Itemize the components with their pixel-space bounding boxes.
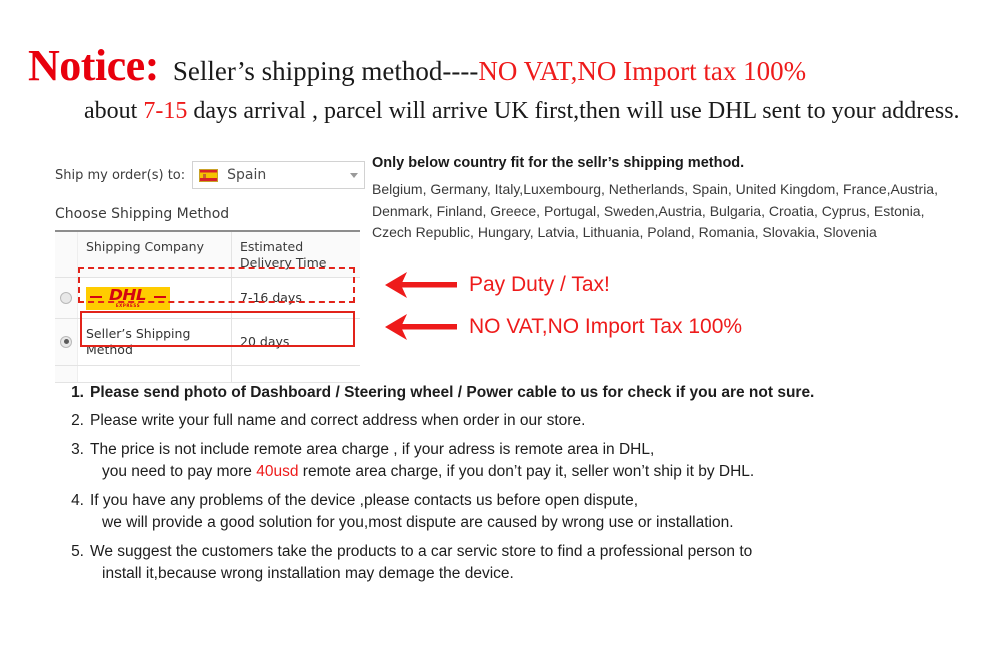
headline-subline: about 7-15 days arrival , parcel will ar…	[84, 98, 960, 125]
list-item-body: The price is not include remote area cha…	[90, 439, 982, 484]
list-item-body: If you have any problems of the device ,…	[90, 490, 982, 535]
list-item-line: you need to pay more 40usd remote area c…	[90, 461, 982, 483]
notice-label: Notice:	[28, 41, 159, 90]
table-row[interactable]: DHL EXPRESS 7-16 days	[55, 278, 360, 320]
column-header-shipping-company: Shipping Company	[78, 232, 232, 278]
list-item-line: The price is not include remote area cha…	[90, 440, 655, 458]
list-item-line: install it,because wrong installation ma…	[102, 565, 514, 583]
cell-company-seller: Seller’s Shipping Method	[78, 319, 232, 365]
subline-suffix: days arrival , parcel will arrive UK fir…	[187, 98, 960, 124]
choose-shipping-method-label: Choose Shipping Method	[55, 206, 230, 222]
list-item-line: we will provide a good solution for you,…	[102, 514, 734, 532]
notes-list: 1. Please send photo of Dashboard / Stee…	[62, 382, 982, 592]
chevron-down-icon[interactable]	[350, 172, 358, 178]
list-item: 2. Please write your full name and corre…	[62, 410, 982, 432]
line-suffix: remote area charge, if you don’t pay it,…	[298, 463, 755, 481]
eligible-countries-block: Only below country fit for the sellr’s s…	[372, 155, 972, 244]
list-item-line: Please write your full name and correct …	[90, 412, 586, 430]
dhl-bar-left	[90, 295, 102, 298]
list-item-line: We suggest the customers take the produc…	[90, 542, 753, 560]
headline-red-text: NO VAT,NO Import tax 100%	[478, 56, 807, 86]
country-select[interactable]: Spain	[192, 161, 365, 189]
radio-dhl[interactable]	[60, 292, 72, 305]
headline-black-text: Seller’s shipping method----	[172, 56, 479, 86]
country-line: Denmark, Finland, Greece, Portugal, Swed…	[372, 202, 925, 219]
callout-label: Pay Duty / Tax!	[469, 273, 610, 296]
cell-time-dhl: 7-16 days	[240, 290, 302, 306]
table-header-row: Shipping Company Estimated Delivery Time	[55, 232, 360, 279]
ship-to-label: Ship my order(s) to:	[55, 167, 186, 183]
callout-no-vat: NO VAT,NO Import Tax 100%	[385, 314, 742, 340]
list-item: 5. We suggest the customers take the pro…	[62, 541, 982, 586]
list-item-number: 2.	[71, 412, 84, 430]
subline-prefix: about	[84, 98, 144, 124]
list-item-line: If you have any problems of the device ,…	[90, 491, 639, 509]
eligible-countries-title: Only below country fit for the sellr’s s…	[372, 155, 745, 171]
table-row-partial	[55, 365, 360, 383]
cell-company-partial	[78, 365, 232, 382]
list-item-body: Please send photo of Dashboard / Steerin…	[90, 382, 982, 404]
shipping-widget: Ship my order(s) to: Spain Choose Shippi…	[55, 160, 365, 383]
country-line: Belgium, Germany, Italy,Luxembourg, Neth…	[372, 181, 938, 197]
list-item-line: Please send photo of Dashboard / Steerin…	[90, 384, 815, 401]
shipping-method-table: Shipping Company Estimated Delivery Time…	[55, 230, 360, 383]
list-item-number: 3.	[71, 440, 84, 458]
country-select-value: Spain	[227, 167, 267, 183]
subline-days-highlight: 7-15	[143, 98, 188, 124]
list-item-number: 1.	[71, 384, 84, 401]
cell-time-seller: 20 days	[240, 334, 290, 350]
column-header-estimated-delivery-time: Estimated Delivery Time	[232, 232, 360, 278]
cell-company-dhl: DHL EXPRESS	[78, 278, 232, 319]
country-line: Czech Republic, Hungary, Latvia, Lithuan…	[372, 224, 877, 241]
radio-cell-partial	[55, 365, 78, 382]
dhl-logo-text: DHL	[109, 286, 147, 305]
dhl-logo-subtext: EXPRESS	[115, 303, 141, 309]
cell-time-partial	[232, 366, 360, 382]
list-item-number: 5.	[71, 542, 84, 560]
radio-cell-dhl[interactable]	[55, 278, 78, 319]
radio-cell-seller[interactable]	[55, 319, 78, 365]
table-row[interactable]: Seller’s Shipping Method 20 days	[55, 319, 360, 366]
list-item-body: Please write your full name and correct …	[90, 410, 982, 432]
list-item: 4. If you have any problems of the devic…	[62, 490, 982, 535]
dhl-logo-icon: DHL EXPRESS	[86, 286, 170, 310]
radio-seller-shipping[interactable]	[60, 335, 72, 348]
callout-pay-duty: Pay Duty / Tax!	[385, 272, 610, 298]
left-arrow-icon	[385, 272, 457, 298]
dhl-bar-right	[154, 295, 166, 298]
list-item-number: 4.	[71, 491, 84, 509]
notice-headline: Notice: Seller’s shipping method----NO VA…	[28, 40, 806, 91]
list-item: 3. The price is not include remote area …	[62, 439, 982, 484]
line-prefix: you need to pay more	[102, 463, 257, 481]
flag-spain-icon	[199, 168, 219, 182]
header-radio-cell	[55, 232, 78, 278]
list-item: 1. Please send photo of Dashboard / Stee…	[62, 382, 982, 404]
fee-highlight: 40usd	[256, 463, 299, 481]
callout-label: NO VAT,NO Import Tax 100%	[469, 315, 743, 338]
list-item-body: We suggest the customers take the produc…	[90, 541, 982, 586]
ship-to-row: Ship my order(s) to: Spain	[55, 160, 365, 190]
left-arrow-icon	[385, 314, 457, 340]
